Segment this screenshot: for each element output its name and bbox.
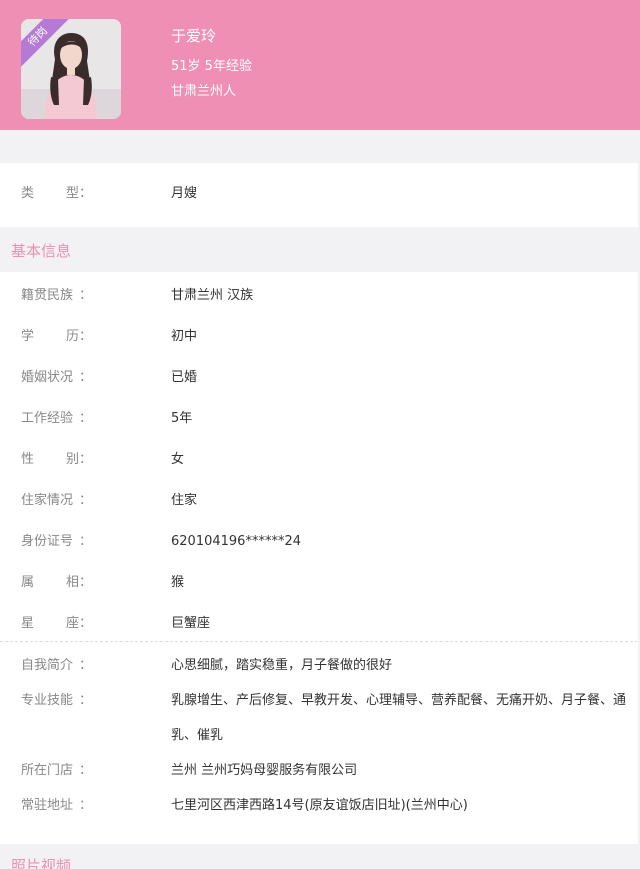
- info-value: 住家: [171, 493, 198, 508]
- detail-value: 乳腺增生、产后修复、早教开发、心理辅导、营养配餐、无痛开奶、月子餐、通乳、催乳: [171, 693, 627, 743]
- section-divider: [0, 641, 638, 642]
- detail-colon: ：: [79, 763, 93, 778]
- info-value: 巨蟹座: [171, 616, 211, 631]
- info-row-live-in: 住家情况 ： 住家: [0, 487, 638, 515]
- info-value: 猴: [171, 575, 185, 590]
- detail-row-skills: 专业技能 ： 乳腺增生、产后修复、早教开发、心理辅导、营养配餐、无痛开奶、月子餐…: [0, 687, 638, 757]
- detail-label: 所在门店: [21, 763, 74, 778]
- detail-row-address: 常驻地址 ： 七里河区西津西路14号(原友谊饭店旧址)(兰州中心): [0, 792, 638, 820]
- origin-text: 甘肃兰州人: [171, 84, 237, 99]
- detail-colon: ：: [79, 658, 93, 673]
- info-value: 女: [171, 452, 185, 467]
- info-colon: ：: [79, 493, 93, 508]
- info-colon: ：: [79, 534, 93, 549]
- type-section: 类 型 ： 月嫂: [0, 163, 638, 227]
- info-row-star-sign: 星 座 ： 巨蟹座: [0, 610, 638, 638]
- info-label: 婚姻状况: [21, 370, 74, 385]
- info-row-marital-status: 婚姻状况 ： 已婚: [0, 364, 638, 392]
- info-label: 属 相: [21, 575, 79, 590]
- detail-label: 专业技能: [21, 693, 74, 708]
- type-label: 类 型: [21, 186, 79, 201]
- info-colon: ：: [79, 329, 93, 344]
- type-colon: ：: [79, 186, 93, 201]
- info-row-id-number: 身份证号 ： 620104196******24: [0, 528, 638, 556]
- info-colon: ：: [79, 452, 93, 467]
- info-value: 初中: [171, 329, 198, 344]
- detail-value: 兰州 兰州巧妈母婴服务有限公司: [171, 763, 358, 778]
- basic-info-title: 基本信息: [11, 242, 72, 260]
- caregiver-name: 于爱玲: [171, 27, 217, 45]
- info-colon: ：: [79, 411, 93, 426]
- type-value: 月嫂: [171, 186, 198, 201]
- caregiver-profile-page: 待岗 于爱玲 51岁 5年经验 甘肃兰州人 类 型 ： 月嫂 基本信息 籍贯民族…: [0, 0, 640, 869]
- detail-value: 心思细腻，踏实稳重，月子餐做的很好: [171, 658, 393, 673]
- info-value: 5年: [171, 411, 193, 426]
- info-row-work-experience: 工作经验 ： 5年: [0, 405, 638, 433]
- info-label: 性 别: [21, 452, 79, 467]
- detail-row-self-intro: 自我简介 ： 心思细腻，踏实稳重，月子餐做的很好: [0, 652, 638, 680]
- info-label: 星 座: [21, 616, 79, 631]
- info-label: 住家情况: [21, 493, 74, 508]
- detail-label: 自我简介: [21, 658, 74, 673]
- info-row-education: 学 历 ： 初中: [0, 323, 638, 351]
- detail-label: 常驻地址: [21, 798, 74, 813]
- info-value: 甘肃兰州 汉族: [171, 288, 254, 303]
- detail-row-store: 所在门店 ： 兰州 兰州巧妈母婴服务有限公司: [0, 757, 638, 785]
- detail-value: 七里河区西津西路14号(原友谊饭店旧址)(兰州中心): [171, 798, 468, 813]
- detail-colon: ：: [79, 798, 93, 813]
- info-colon: ：: [79, 616, 93, 631]
- info-value: 620104196******24: [171, 534, 301, 549]
- info-label: 工作经验: [21, 411, 74, 426]
- photos-videos-title: 照片视频: [11, 857, 72, 869]
- info-colon: ：: [79, 288, 93, 303]
- info-value: 已婚: [171, 370, 198, 385]
- avatar[interactable]: 待岗: [21, 19, 121, 119]
- info-row-zodiac: 属 相 ： 猴: [0, 569, 638, 597]
- info-label: 学 历: [21, 329, 79, 344]
- detail-colon: ：: [79, 693, 93, 708]
- basic-info-section: 籍贯民族 ： 甘肃兰州 汉族 学 历 ： 初中 婚姻状况 ： 已婚 工作经验 ：…: [0, 272, 638, 844]
- info-row-native-place: 籍贯民族 ： 甘肃兰州 汉族: [0, 282, 638, 310]
- age-experience: 51岁 5年经验: [171, 59, 252, 74]
- info-label: 籍贯民族: [21, 288, 74, 303]
- profile-header: 待岗 于爱玲 51岁 5年经验 甘肃兰州人: [0, 0, 640, 130]
- info-colon: ：: [79, 370, 93, 385]
- info-label: 身份证号: [21, 534, 74, 549]
- type-row: 类 型 ： 月嫂: [0, 180, 638, 208]
- info-colon: ：: [79, 575, 93, 590]
- info-row-gender: 性 别 ： 女: [0, 446, 638, 474]
